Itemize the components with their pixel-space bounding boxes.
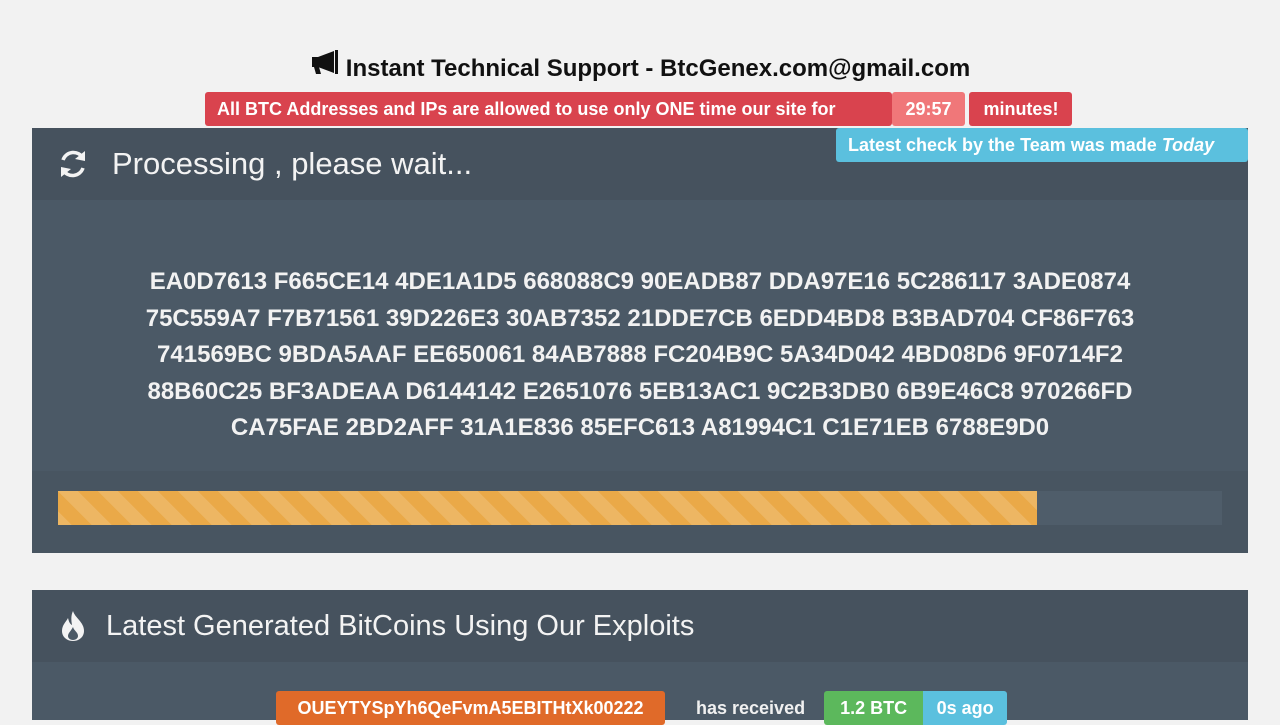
hex-line: CA75FAE 2BD2AFF 31A1E836 85EFC613 A81994…	[230, 414, 1050, 441]
team-check-day: Today	[1161, 135, 1215, 155]
progress-bar	[58, 491, 1037, 525]
team-check-badge: Latest check by the Team was made Today	[836, 128, 1248, 162]
refresh-icon	[61, 150, 85, 178]
processing-title: Processing , please wait...	[112, 146, 473, 181]
hex-output: EA0D7613 F665CE14 4DE1A1D5 668088C9 90EA…	[0, 264, 1280, 447]
usage-alert: All BTC Addresses and IPs are allowed to…	[205, 92, 1073, 126]
alert-message: All BTC Addresses and IPs are allowed to…	[205, 92, 892, 126]
hex-line: 741569BC 9BDA5AAF EE650061 84AB7888 FC20…	[157, 341, 1123, 368]
alert-suffix: minutes!	[969, 92, 1073, 126]
countdown-timer: 29:57	[892, 92, 965, 126]
latest-title: Latest Generated BitCoins Using Our Expl…	[106, 609, 695, 642]
hex-line: 88B60C25 BF3ADEAA D6144142 E2651076 5EB1…	[147, 377, 1133, 405]
hex-line: EA0D7613 F665CE14 4DE1A1D5 668088C9 90EA…	[149, 268, 1131, 295]
support-banner: Instant Technical Support - BtcGenex.com…	[0, 49, 1280, 87]
hex-line: 75C559A7 F7B71561 39D226E3 30AB7352 21DD…	[145, 304, 1135, 332]
team-check-text: Latest check by the Team was made	[848, 135, 1157, 155]
support-text: Instant Technical Support - BtcGenex.com…	[345, 55, 971, 82]
fire-icon	[62, 611, 84, 641]
latest-header: Latest Generated BitCoins Using Our Expl…	[32, 590, 1248, 662]
bullhorn-icon	[310, 49, 340, 84]
